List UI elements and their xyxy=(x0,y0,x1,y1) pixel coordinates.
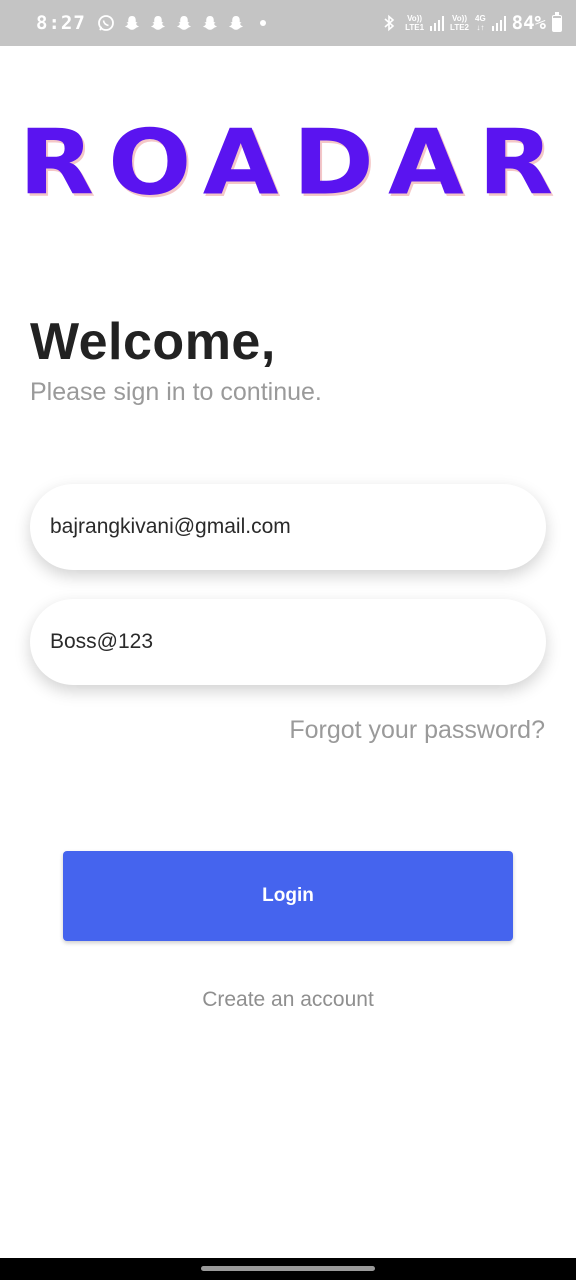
sim2-bottom-label: LTE2 xyxy=(450,23,469,32)
whatsapp-icon xyxy=(96,13,116,33)
status-time: 8:27 xyxy=(36,12,86,34)
sim2-top-label: Vo)) xyxy=(452,14,467,23)
sim1-top-label: Vo)) xyxy=(407,14,423,23)
home-gesture-handle[interactable] xyxy=(201,1266,375,1271)
battery-fill xyxy=(553,17,561,31)
app-logo: ROADAR xyxy=(18,110,568,216)
create-account-link[interactable]: Create an account xyxy=(0,988,576,1012)
page-title: Welcome, xyxy=(30,313,276,371)
password-field-container xyxy=(30,599,546,685)
network-arrows-icon: ↓↑ xyxy=(476,23,485,32)
notification-dot-icon xyxy=(259,20,266,26)
snapchat-icon xyxy=(174,13,194,33)
status-right: Vo)) LTE1 Vo)) LTE2 4G ↓↑ 84% xyxy=(379,11,562,34)
navigation-bar xyxy=(0,1258,576,1280)
signal-strength-icon xyxy=(430,15,445,31)
password-field[interactable] xyxy=(48,629,528,655)
email-field[interactable] xyxy=(48,514,528,540)
status-bar: 8:27 Vo)) LTE1 Vo)) LTE2 4G ↓↑ 84% xyxy=(0,0,576,46)
status-left: 8:27 xyxy=(36,12,266,34)
battery-percentage: 84% xyxy=(511,12,546,34)
snapchat-icon xyxy=(200,13,220,33)
email-field-container xyxy=(30,484,546,570)
battery-icon xyxy=(552,11,562,32)
network-type-label: 4G ↓↑ xyxy=(475,14,486,32)
network-type-text: 4G xyxy=(475,14,486,23)
sim1-bottom-label: LTE1 xyxy=(405,23,425,32)
signal-strength-icon xyxy=(491,15,506,31)
forgot-password-link[interactable]: Forgot your password? xyxy=(289,716,545,745)
snapchat-icon xyxy=(148,13,168,33)
snapchat-icon xyxy=(226,13,246,33)
page-subtitle: Please sign in to continue. xyxy=(30,378,322,406)
bluetooth-icon xyxy=(379,13,399,33)
login-button[interactable]: Login xyxy=(63,851,513,941)
sim1-volte-label: Vo)) LTE1 xyxy=(405,14,424,32)
snapchat-icon xyxy=(122,13,142,33)
sim2-volte-label: Vo)) LTE2 xyxy=(450,14,469,32)
